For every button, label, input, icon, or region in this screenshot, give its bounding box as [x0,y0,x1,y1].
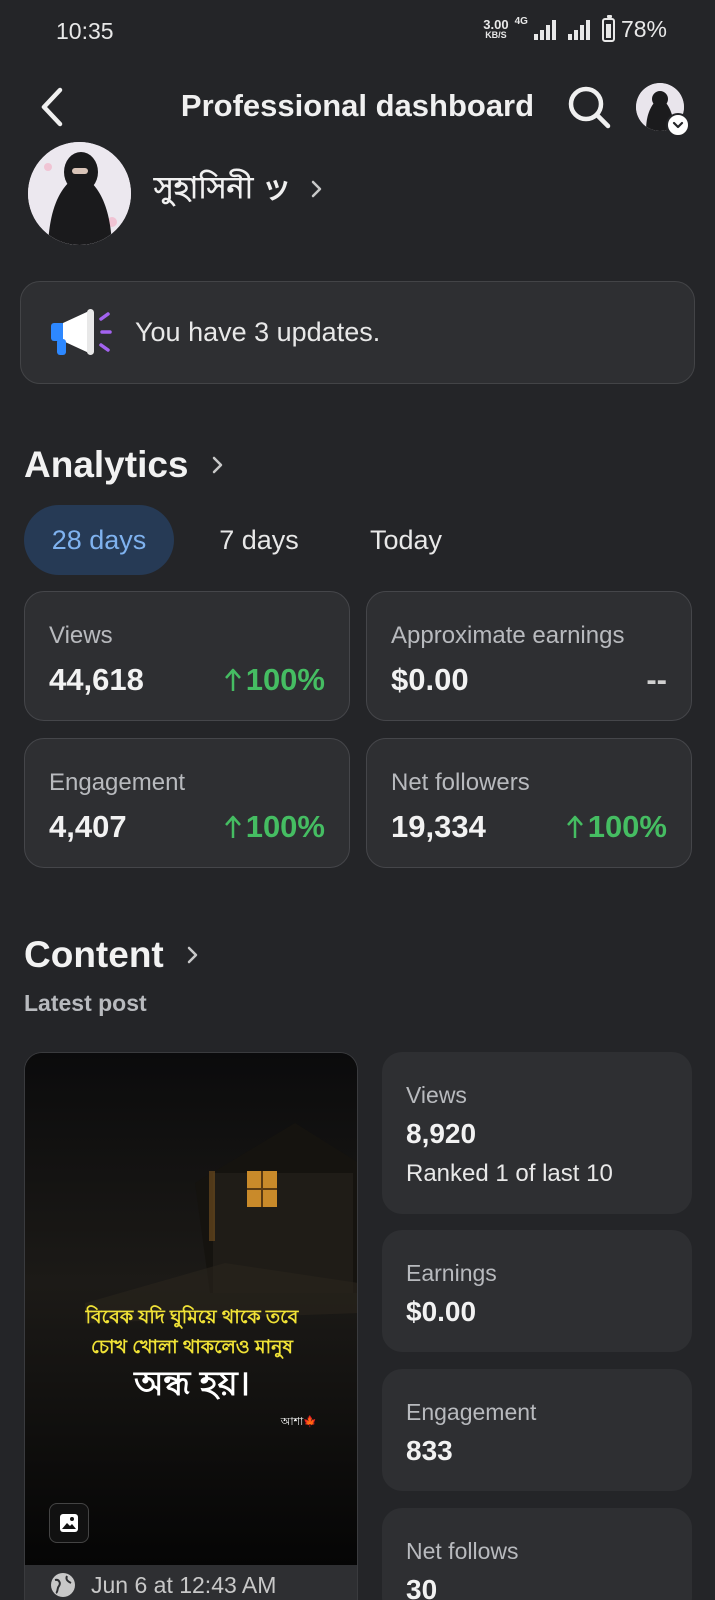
network-speed-unit: KB/S [485,29,507,40]
content-title: Content [24,934,164,975]
status-time: 10:35 [56,18,114,44]
latest-post-label: Latest post [24,990,147,1016]
latest-post-thumbnail[interactable]: বিবেক যদি ঘুমিয়ে থাকে তবে চোখ খোলা থাকল… [24,1052,358,1600]
post-caption-line-1: বিবেক যদি ঘুমিয়ে থাকে তবে [85,1307,299,1328]
chevron-right-icon [212,456,222,474]
metric-change-value: 100% [245,662,325,697]
battery-level: 78% [620,16,667,42]
post-caption: বিবেক যদি ঘুমিয়ে থাকে তবে চোখ খোলা থাকল… [25,1303,357,1405]
post-stat-earnings: Earnings $0.00 [382,1230,692,1352]
arrow-up-icon [224,815,241,838]
arrow-up-icon [224,668,241,691]
globe-icon [51,1573,75,1597]
metric-change-value: 100% [245,809,325,844]
content-header-link[interactable]: Content [24,934,200,976]
post-caption-line-3: অন্ধ হয়। [134,1365,250,1403]
metric-value: $0.00 [391,662,469,697]
chevron-down-icon [666,113,690,137]
updates-banner[interactable]: You have 3 updates. [20,281,695,384]
metric-card-views[interactable]: Views 44,618 100% [24,591,350,721]
metric-card-engagement[interactable]: Engagement 4,407 100% [24,738,350,868]
post-stat-value: 8,920 [406,1118,477,1149]
post-stat-value: 833 [406,1435,453,1466]
metric-label: Approximate earnings [391,622,625,649]
metric-change-value: -- [646,662,667,697]
metric-change: -- [646,662,667,698]
post-stat-label: Earnings [406,1260,497,1286]
profile-avatar[interactable] [28,142,131,245]
post-stat-rank: Ranked 1 of last 10 [406,1160,613,1187]
network-speed-value: 3.00 [483,16,509,32]
signal-icon [533,19,556,40]
photo-type-icon [49,1503,89,1543]
chevron-right-icon [311,180,321,198]
metric-change: 100% [224,662,325,698]
analytics-header-link[interactable]: Analytics [24,444,225,486]
profile-name-link[interactable]: সুহাসিনী ッ [154,163,324,215]
status-icons: 3.00 KB/S 4G 78% [483,14,667,43]
signal-icon-2 [567,19,590,40]
search-icon [568,86,611,129]
post-stat-net-follows: Net follows 30 [382,1508,692,1600]
post-stat-value: 30 [406,1574,438,1600]
post-stat-value: $0.00 [406,1296,477,1327]
post-date: Jun 6 at 12:43 AM [91,1571,277,1598]
arrow-up-icon [566,815,583,838]
updates-text: You have 3 updates. [135,317,381,347]
post-stat-label: Views [406,1082,467,1108]
post-stat-label: Engagement [406,1399,537,1425]
metric-label: Engagement [49,769,186,796]
megaphone-icon [51,308,112,355]
metric-change: 100% [224,809,325,845]
post-caption-line-2: চোখ খোলা থাকলেও মানুষ [91,1337,293,1358]
metric-change: 100% [566,809,667,845]
metric-card-earnings[interactable]: Approximate earnings $0.00 -- [366,591,692,721]
metric-card-net-followers[interactable]: Net followers 19,334 100% [366,738,692,868]
post-stat-views: Views 8,920 Ranked 1 of last 10 [382,1052,692,1214]
post-stat-label: Net follows [406,1538,519,1564]
metric-value: 4,407 [49,809,127,844]
account-switcher-avatar[interactable] [636,83,690,137]
profile-photo [28,142,131,245]
network-type: 4G [514,16,528,27]
battery-icon [601,14,615,42]
tab-7-days[interactable]: 7 days [196,505,322,575]
chevron-right-icon [187,946,197,964]
post-footer: Jun 6 at 12:43 AM [25,1565,357,1600]
post-stat-engagement: Engagement 833 [382,1369,692,1491]
network-speed: 3.00 KB/S [483,16,509,40]
metric-label: Views [49,622,113,649]
metric-label: Net followers [391,769,530,796]
profile-name: সুহাসিনী ッ [154,172,292,205]
search-button[interactable] [564,82,614,132]
tab-28-days[interactable]: 28 days [24,505,174,575]
metric-value: 19,334 [391,809,486,844]
metric-value: 44,618 [49,662,144,697]
tab-today[interactable]: Today [346,505,466,575]
post-signature: আশা🍁 [280,1416,317,1428]
metric-change-value: 100% [587,809,667,844]
analytics-title: Analytics [24,444,189,485]
